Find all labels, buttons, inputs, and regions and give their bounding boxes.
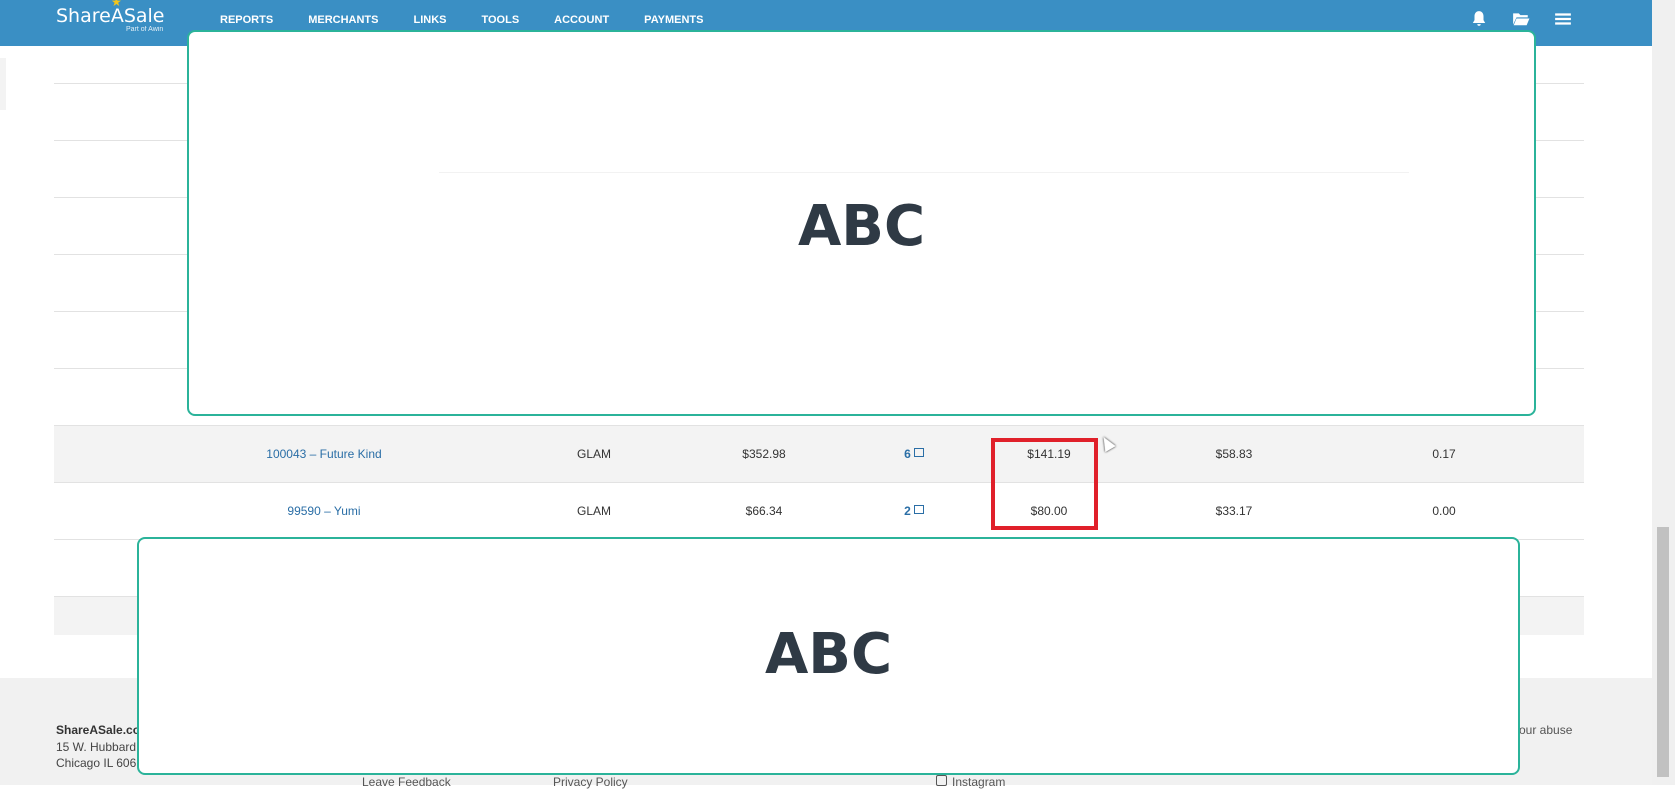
nav-tools[interactable]: TOOLS bbox=[481, 14, 519, 26]
footer-address-line1: 15 W. Hubbard bbox=[56, 740, 137, 754]
external-window-icon[interactable] bbox=[913, 505, 924, 514]
sales-cell: $352.98 bbox=[742, 447, 786, 461]
footer-abuse-text: our abuse bbox=[1519, 723, 1573, 737]
hamburger-menu-icon[interactable] bbox=[1554, 10, 1572, 28]
nav-merchants[interactable]: MERCHANTS bbox=[308, 14, 378, 26]
nav-payments[interactable]: PAYMENTS bbox=[644, 14, 703, 26]
external-window-icon[interactable] bbox=[913, 448, 924, 457]
table-row: 99590 – Yumi GLAM $66.34 2 $80.00 $33.17… bbox=[54, 483, 1584, 540]
ratio-cell: 0.00 bbox=[1432, 504, 1456, 518]
shareasale-logo[interactable]: ★ ShareASale Part of Awin bbox=[56, 0, 165, 33]
merchant-link[interactable]: 99590 – Yumi bbox=[287, 504, 360, 518]
main-nav: REPORTS MERCHANTS LINKS TOOLS ACCOUNT PA… bbox=[220, 14, 738, 26]
instagram-icon bbox=[936, 775, 947, 786]
count-cell[interactable]: 2 bbox=[874, 483, 954, 539]
folder-open-icon[interactable] bbox=[1512, 10, 1530, 28]
star-icon: ★ bbox=[111, 0, 122, 9]
average-cell: $58.83 bbox=[1215, 447, 1253, 461]
count-cell[interactable]: 6 bbox=[874, 426, 954, 482]
category-cell: GLAM bbox=[576, 504, 611, 518]
footer-address-line2: Chicago IL 606 bbox=[56, 756, 137, 770]
category-cell: GLAM bbox=[576, 447, 611, 461]
nav-reports[interactable]: REPORTS bbox=[220, 14, 273, 26]
brand-subtitle: Part of Awin bbox=[126, 26, 164, 33]
bell-icon[interactable] bbox=[1470, 10, 1488, 28]
instagram-link[interactable]: Instagram bbox=[936, 775, 1005, 789]
nav-account[interactable]: ACCOUNT bbox=[554, 14, 609, 26]
sales-cell: $66.34 bbox=[745, 504, 783, 518]
nav-links[interactable]: LINKS bbox=[413, 14, 446, 26]
top-overlay-panel: ABC bbox=[187, 30, 1536, 416]
ratio-cell: 0.17 bbox=[1432, 447, 1456, 461]
overlay-label: ABC bbox=[764, 622, 893, 687]
leave-feedback-link[interactable]: Leave Feedback bbox=[362, 775, 451, 789]
header-icons bbox=[1446, 10, 1572, 28]
average-cell: $33.17 bbox=[1215, 504, 1253, 518]
left-edge-strip bbox=[0, 58, 6, 110]
table-row: 100043 – Future Kind GLAM $352.98 6 $141… bbox=[54, 426, 1584, 483]
highlight-box bbox=[991, 438, 1098, 530]
divider bbox=[439, 172, 1409, 173]
privacy-policy-link[interactable]: Privacy Policy bbox=[553, 775, 628, 789]
overlay-label: ABC bbox=[797, 194, 926, 259]
scrollbar-thumb[interactable] bbox=[1657, 527, 1669, 777]
bottom-overlay-panel: ABC bbox=[137, 537, 1520, 775]
merchant-link[interactable]: 100043 – Future Kind bbox=[266, 447, 381, 461]
footer-company: ShareASale.co bbox=[56, 723, 141, 737]
